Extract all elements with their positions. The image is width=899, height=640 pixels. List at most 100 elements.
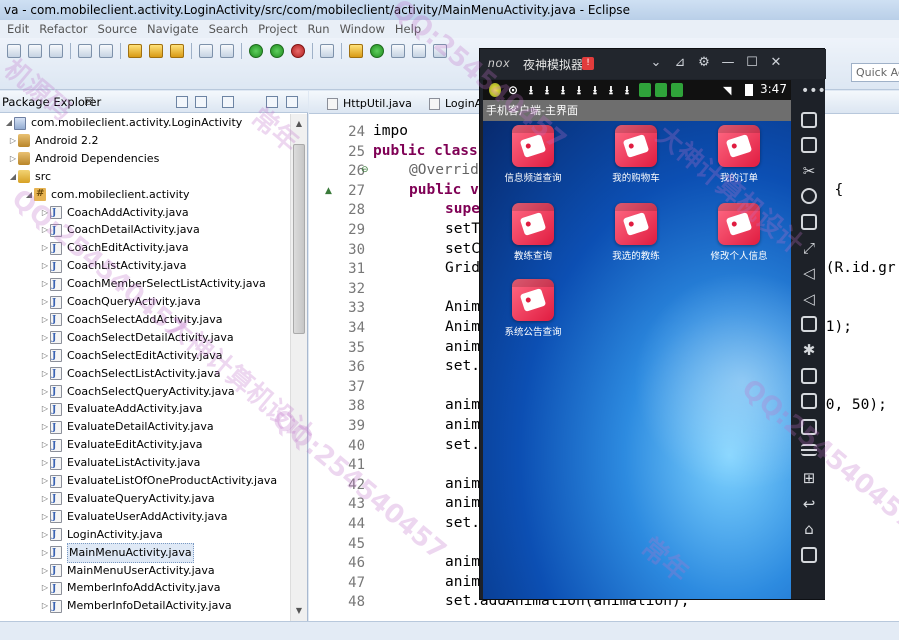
menu-item-help[interactable]: Help xyxy=(395,20,421,38)
tree-item[interactable]: ◢ src xyxy=(8,168,51,186)
scroll-down-icon[interactable]: ▼ xyxy=(291,603,307,619)
code-line[interactable]: anim xyxy=(445,476,480,492)
app-launcher[interactable]: 教练查询 xyxy=(493,203,573,262)
expand-arrow-icon[interactable]: ▷ xyxy=(8,132,18,150)
toolbar-button-icon[interactable] xyxy=(28,44,42,58)
toolbar-button-icon[interactable] xyxy=(249,44,263,58)
tree-item[interactable]: ▷ CoachEditActivity.java xyxy=(40,239,189,258)
tree-item[interactable]: ▷ CoachDetailActivity.java xyxy=(40,221,200,240)
menu-item-window[interactable]: Window xyxy=(340,20,385,38)
tree-item[interactable]: ▷ CoachQueryActivity.java xyxy=(40,293,201,312)
expand-arrow-icon[interactable]: ▷ xyxy=(40,311,50,329)
app-launcher[interactable]: 信息频道查询 xyxy=(493,125,573,184)
expand-arrow-icon[interactable]: ▷ xyxy=(40,293,50,311)
tree-item[interactable]: ▷ EvaluateEditActivity.java xyxy=(40,436,203,455)
expand-arrow-icon[interactable]: ▷ xyxy=(40,204,50,222)
collapse-all-icon[interactable] xyxy=(176,96,188,108)
minimize-icon[interactable] xyxy=(266,96,278,108)
view-menu-icon[interactable] xyxy=(222,96,234,108)
code-line[interactable]: anim xyxy=(445,397,480,413)
toolbar-button-icon[interactable] xyxy=(291,44,305,58)
toolbar-button-icon[interactable] xyxy=(149,44,163,58)
toolbar-button-icon[interactable] xyxy=(199,44,213,58)
phone-icon[interactable] xyxy=(801,111,817,128)
menu-item-search[interactable]: Search xyxy=(209,20,249,38)
code-line[interactable]: anim xyxy=(445,417,480,433)
tree-scrollbar[interactable]: ▲ ▼ xyxy=(290,114,307,621)
code-line[interactable]: anim xyxy=(445,554,480,570)
tree-item[interactable]: ▷ EvaluateQueryActivity.java xyxy=(40,490,215,508)
code-line[interactable]: anim xyxy=(445,574,480,590)
recent-apps-icon[interactable] xyxy=(801,546,817,563)
toolbar-button-icon[interactable] xyxy=(433,44,447,58)
expand-arrow-icon[interactable]: ▷ xyxy=(40,329,50,347)
toolbar-button-icon[interactable] xyxy=(220,44,234,58)
toolbar-button-icon[interactable] xyxy=(99,44,113,58)
maximize-icon[interactable]: ☐ xyxy=(744,55,760,70)
close-icon[interactable]: ✕ xyxy=(768,55,784,70)
back-icon[interactable]: ↩ xyxy=(801,496,817,512)
menu-item-edit[interactable]: Edit xyxy=(7,20,29,38)
code-line[interactable]: supe xyxy=(445,201,480,217)
toolbar-button-icon[interactable] xyxy=(412,44,426,58)
toolbar-button-icon[interactable] xyxy=(349,44,363,58)
expand-arrow-icon[interactable]: ◢ xyxy=(8,168,18,186)
close-icon[interactable]: ☒ xyxy=(84,91,94,113)
tree-item[interactable]: ◢ com.mobileclient.activity.LoginActivity xyxy=(4,114,242,132)
expand-arrow-icon[interactable]: ▷ xyxy=(40,239,50,257)
quick-access-input[interactable]: Quick Ac xyxy=(851,63,899,82)
tree-item[interactable]: ▷ MainMenuActivity.java xyxy=(40,542,194,563)
expand-arrow-icon[interactable]: ▷ xyxy=(40,275,50,293)
code-line[interactable]: set. xyxy=(445,437,480,453)
apk-install-icon[interactable] xyxy=(801,316,817,333)
phone-screen[interactable]: ⊙ ⭳ ⭳ ⭳ ⭳ ⭳ ⭳ ⭳ ◥ 3:47 手机客户端-主界面 信息频道查询我… xyxy=(483,80,791,599)
tree-item[interactable]: ▷ MemberInfoDetailActivity.java xyxy=(40,597,232,616)
expand-arrow-icon[interactable]: ▷ xyxy=(40,562,50,580)
expand-arrow-icon[interactable]: ▷ xyxy=(40,436,50,454)
scroll-thumb[interactable] xyxy=(293,144,305,334)
expand-arrow-icon[interactable]: ▷ xyxy=(40,347,50,365)
code-line[interactable]: setT xyxy=(445,221,480,237)
tab-httputil[interactable]: HttpUtil.java xyxy=(323,94,412,114)
more-icon[interactable]: ••• xyxy=(801,84,826,102)
tree-item[interactable]: ▷ EvaluateDetailActivity.java xyxy=(40,418,214,437)
expand-arrow-icon[interactable]: ▷ xyxy=(40,257,50,275)
volume-down-icon[interactable]: ◁ xyxy=(801,291,817,307)
link-editor-icon[interactable] xyxy=(195,96,207,108)
code-line[interactable]: Anim xyxy=(445,299,480,315)
volume-up-icon[interactable]: ◁ xyxy=(801,265,817,281)
menu-item-navigate[interactable]: Navigate xyxy=(147,20,199,38)
home-icon[interactable]: ⌂ xyxy=(801,521,817,537)
expand-arrow-icon[interactable]: ▷ xyxy=(40,579,50,597)
code-line[interactable]: anim xyxy=(445,339,480,355)
fullscreen-icon[interactable]: ⤢ xyxy=(801,240,817,256)
tree-item[interactable]: ▷ CoachAddActivity.java xyxy=(40,204,189,222)
scroll-up-icon[interactable]: ▲ xyxy=(291,116,307,132)
expand-arrow-icon[interactable]: ◢ xyxy=(24,186,34,204)
grid-icon[interactable]: ⊞ xyxy=(801,470,817,486)
toolbar-button-icon[interactable] xyxy=(7,44,21,58)
app-launcher[interactable]: 我的订单 xyxy=(699,125,779,184)
collapse-icon[interactable]: ⊖ xyxy=(361,165,369,175)
tree-item[interactable]: ◢ com.mobileclient.activity xyxy=(24,185,190,204)
toolbar-button-icon[interactable] xyxy=(128,44,142,58)
toolbar-button-icon[interactable] xyxy=(49,44,63,58)
tab-loginactivity[interactable]: LoginA xyxy=(425,94,482,114)
notification-badge[interactable]: ! xyxy=(582,57,594,70)
keyboard-icon[interactable] xyxy=(801,137,817,154)
code-line[interactable]: Anim xyxy=(445,319,480,335)
shake-icon[interactable]: ✱ xyxy=(801,342,817,358)
menu-item-refactor[interactable]: Refactor xyxy=(39,20,87,38)
expand-arrow-icon[interactable]: ▷ xyxy=(40,508,50,526)
toolbar-button-icon[interactable] xyxy=(391,44,405,58)
menu-item-source[interactable]: Source xyxy=(98,20,138,38)
expand-arrow-icon[interactable]: ▷ xyxy=(40,472,50,490)
gear-icon[interactable]: ⚙ xyxy=(696,55,712,70)
chevron-down-icon[interactable]: ⌄ xyxy=(648,55,664,70)
expand-arrow-icon[interactable]: ▷ xyxy=(40,544,50,562)
pin-icon[interactable]: ⊿ xyxy=(672,55,688,70)
expand-arrow-icon[interactable]: ▷ xyxy=(40,597,50,615)
tree-item[interactable]: ▷ LoginActivity.java xyxy=(40,526,163,544)
expand-arrow-icon[interactable]: ▷ xyxy=(8,150,18,168)
code-line-tail[interactable]: d(R.id.gr xyxy=(817,260,896,276)
